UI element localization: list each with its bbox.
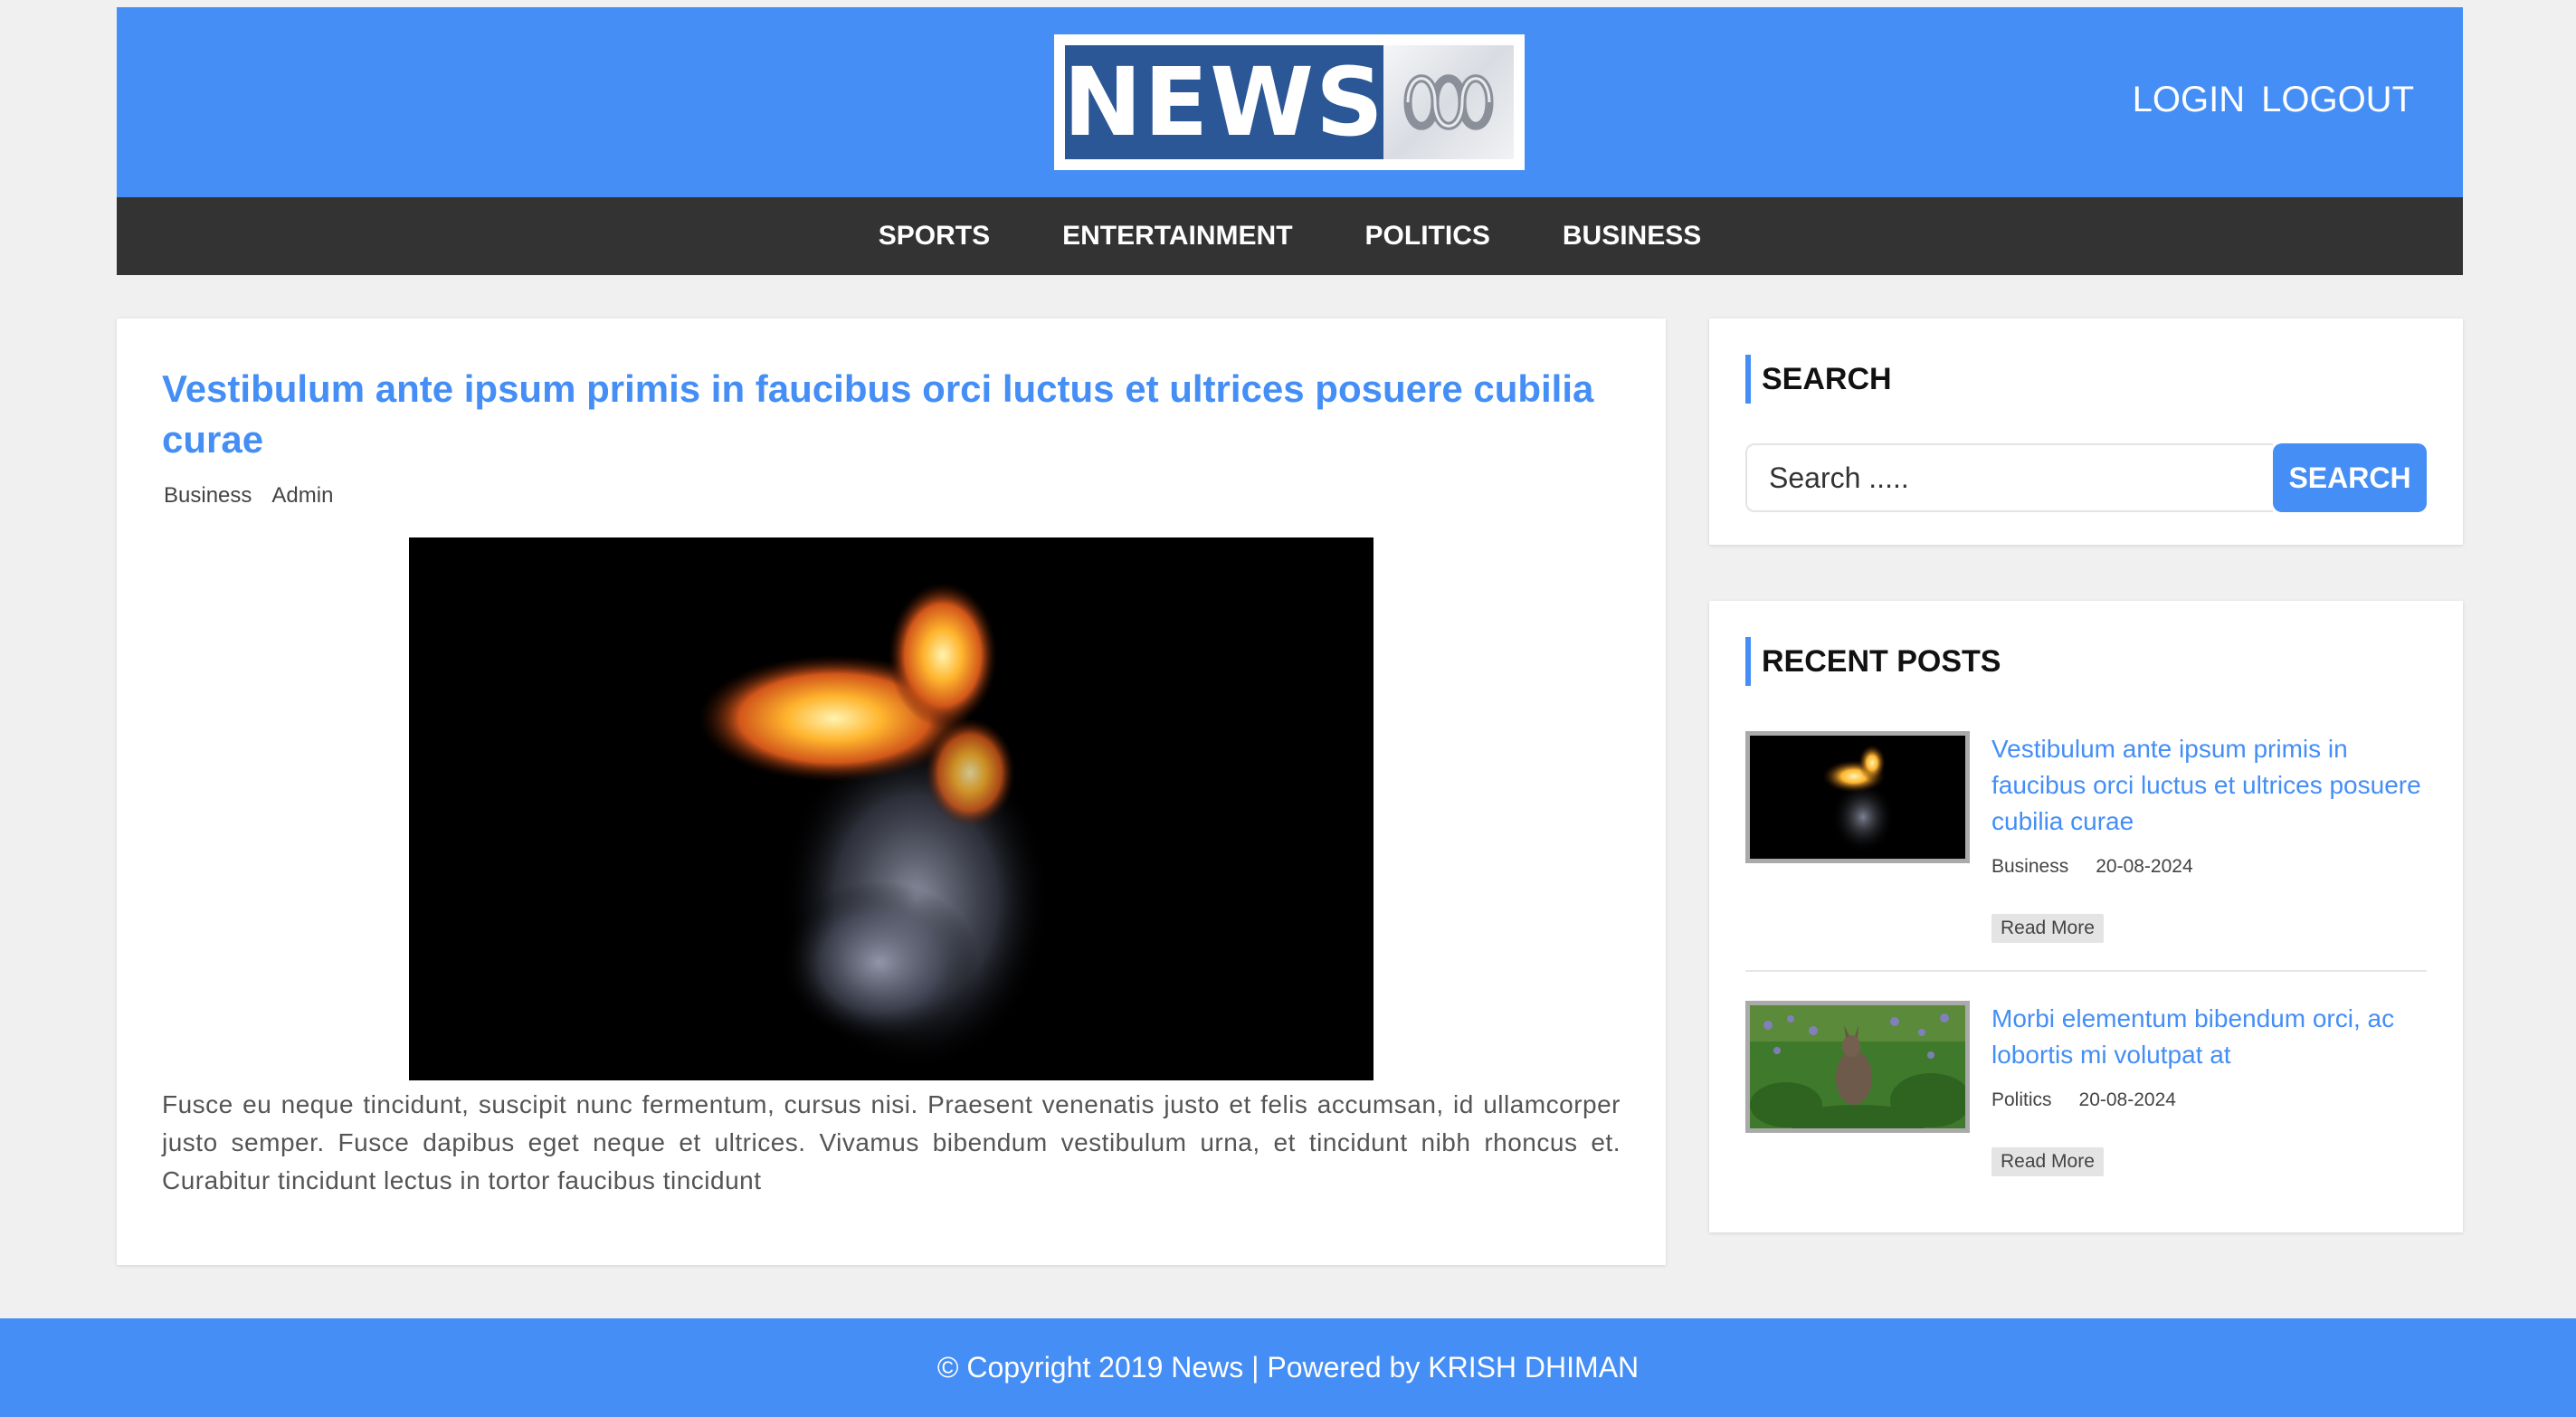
recent-post-meta: Business 20-08-2024 <box>1991 856 2427 878</box>
post-meta: Business Admin <box>162 483 1621 509</box>
recent-post-item: Morbi elementum bibendum orci, ac lobort… <box>1745 1001 2427 1176</box>
recent-posts-widget: RECENT POSTS Vestibulum ante ipsum primi… <box>1709 601 2463 1232</box>
site-logo[interactable]: NEWS <box>1054 34 1525 170</box>
nav-item-sports[interactable]: SPORTS <box>879 221 990 252</box>
nav-item-politics[interactable]: POLITICS <box>1365 221 1490 252</box>
post-image <box>409 537 1374 1080</box>
recent-posts-title: RECENT POSTS <box>1745 637 2427 686</box>
post-author: Admin <box>271 483 334 508</box>
site-header: NEWS LOGIN LOGOUT <box>117 7 2463 197</box>
login-link[interactable]: LOGIN <box>2133 80 2245 120</box>
recent-post-date: 20-08-2024 <box>2096 856 2193 877</box>
recent-post-title[interactable]: Morbi elementum bibendum orci, ac lobort… <box>1991 1001 2427 1073</box>
recent-post-meta: Politics 20-08-2024 <box>1991 1089 2427 1111</box>
recent-post-thumbnail[interactable] <box>1745 1001 1970 1133</box>
search-input[interactable] <box>1745 443 2273 512</box>
recent-post-item: Vestibulum ante ipsum primis in faucibus… <box>1745 731 2427 972</box>
post-body: Fusce eu neque tincidunt, suscipit nunc … <box>162 1090 1621 1194</box>
logout-link[interactable]: LOGOUT <box>2261 80 2414 120</box>
post-title[interactable]: Vestibulum ante ipsum primis in faucibus… <box>162 364 1621 465</box>
search-button[interactable]: SEARCH <box>2273 443 2427 512</box>
read-more-button[interactable]: Read More <box>1991 1147 2104 1176</box>
abc-lissajous-icon <box>1383 45 1514 159</box>
recent-post-title[interactable]: Vestibulum ante ipsum primis in faucibus… <box>1991 731 2427 840</box>
recent-post-category[interactable]: Politics <box>1991 1089 2052 1111</box>
search-widget-title: SEARCH <box>1745 355 2427 404</box>
read-more-button[interactable]: Read More <box>1991 914 2104 943</box>
auth-links: LOGIN LOGOUT <box>2133 80 2414 120</box>
nav-item-business[interactable]: BUSINESS <box>1563 221 1701 252</box>
post-article: Vestibulum ante ipsum primis in faucibus… <box>117 319 1666 1265</box>
nav-item-entertainment[interactable]: ENTERTAINMENT <box>1062 221 1292 252</box>
footer-copyright: © Copyright 2019 News | Powered by KRISH… <box>936 1351 1640 1384</box>
logo-text: NEWS <box>1063 45 1385 159</box>
recent-post-thumbnail[interactable] <box>1745 731 1970 863</box>
search-widget: SEARCH SEARCH <box>1709 319 2463 545</box>
recent-post-info: Vestibulum ante ipsum primis in faucibus… <box>1991 731 2427 943</box>
recent-post-category[interactable]: Business <box>1991 856 2068 878</box>
post-category[interactable]: Business <box>164 483 252 509</box>
recent-post-info: Morbi elementum bibendum orci, ac lobort… <box>1991 1001 2427 1176</box>
search-form: SEARCH <box>1745 443 2427 512</box>
recent-post-date: 20-08-2024 <box>2078 1089 2176 1110</box>
main-nav: SPORTS ENTERTAINMENT POLITICS BUSINESS <box>117 197 2463 275</box>
site-footer: © Copyright 2019 News | Powered by KRISH… <box>0 1318 2576 1417</box>
